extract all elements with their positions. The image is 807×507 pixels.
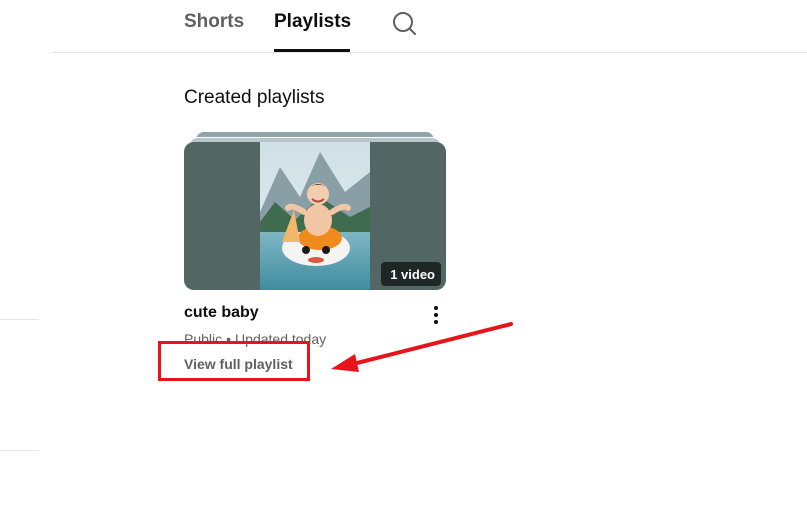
meta-separator: • — [226, 331, 232, 347]
sidebar-divider — [0, 450, 39, 451]
video-count-badge: 1 video — [381, 262, 441, 286]
arrow-icon — [331, 322, 513, 372]
playlist-title[interactable]: cute baby — [184, 303, 259, 323]
tab-shorts[interactable]: Shorts — [184, 10, 244, 34]
tab-divider — [52, 52, 807, 53]
sidebar-divider — [0, 319, 39, 320]
video-count: 1 video — [390, 266, 435, 282]
section-title: Created playlists — [184, 87, 325, 108]
search-icon[interactable] — [390, 10, 418, 38]
tab-playlists[interactable]: Playlists — [274, 10, 351, 34]
playlist-visibility: Public — [184, 331, 223, 347]
playlist-thumbnail[interactable]: 1 video — [184, 142, 446, 290]
playlist-meta: Public • Updated today — [184, 330, 326, 348]
thumbnail-image — [260, 142, 370, 290]
more-vert-icon[interactable] — [424, 303, 448, 327]
channel-playlists-page: Shorts Playlists Created playlists 1 vid… — [0, 0, 807, 507]
view-full-playlist-link[interactable]: View full playlist — [184, 355, 293, 373]
playlist-updated: Updated today — [235, 331, 327, 347]
